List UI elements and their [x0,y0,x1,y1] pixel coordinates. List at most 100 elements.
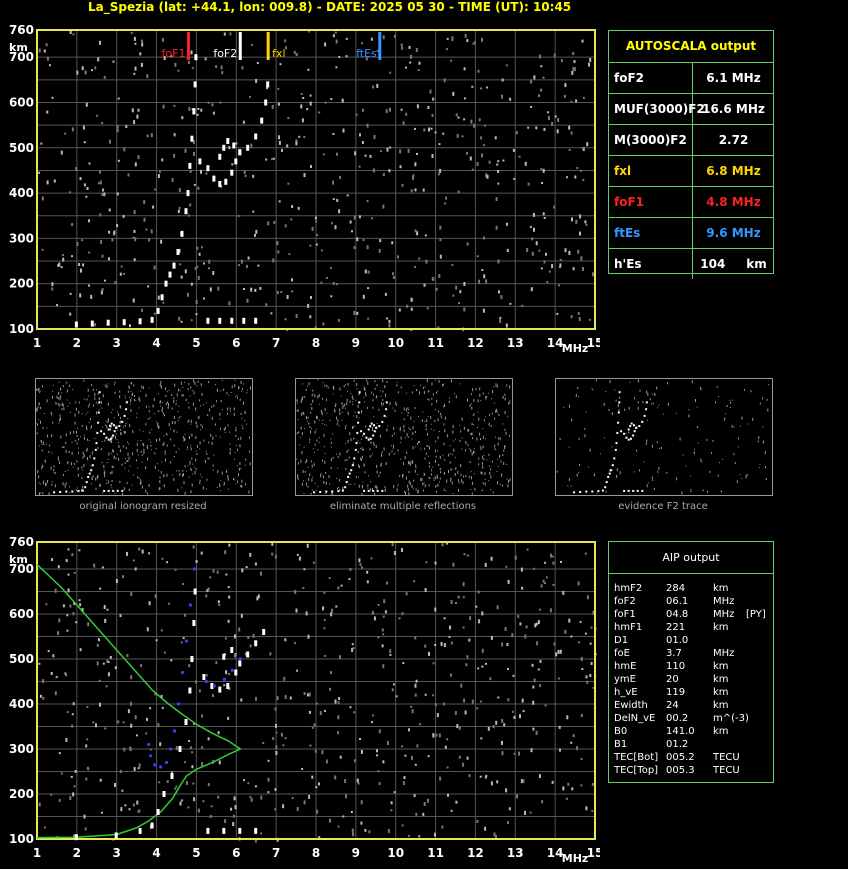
noise-dot [51,287,54,291]
trace-point [230,317,234,324]
aip-v: 110 [666,661,686,672]
thumb-noise [413,385,415,387]
noise-dot [410,705,413,708]
thumb-noise [508,401,510,405]
noise-dot [126,551,128,556]
thumb-noise [188,476,190,478]
noise-dot [58,618,61,623]
noise-dot [384,292,387,296]
thumb-noise [462,481,464,485]
marker-label-foF2: foF2 [213,47,237,60]
thumb-noise [53,469,55,472]
noise-dot [588,62,591,67]
noise-dot [422,812,425,816]
thumb-noise [365,394,367,397]
thumb-noise [243,401,244,405]
thumb-noise [241,390,243,392]
trace-point [186,190,190,197]
noise-dot [61,254,64,256]
noise-dot [71,713,74,716]
thumb-noise [233,412,235,416]
aip-trace-point [230,668,234,672]
noise-dot [499,316,502,319]
noise-dot [71,553,74,557]
noise-dot [524,810,526,815]
thumb-noise [81,466,83,469]
thumb-noise [444,405,446,407]
aip-v: 3.7 [666,648,682,659]
noise-dot [256,62,259,64]
noise-dot [87,622,90,627]
thumb-noise [50,466,52,470]
noise-dot [340,584,343,587]
noise-dot [260,832,263,835]
noise-dot [591,782,594,786]
thumb-noise [320,473,322,475]
thumb-noise [41,444,43,446]
thumb-noise [473,473,475,475]
thumb-noise [119,390,121,393]
noise-dot [310,296,312,299]
thumb-noise [72,466,74,468]
thumb-noise [506,463,508,465]
trace-point [172,262,176,269]
aip-k: hmF1 [614,622,643,633]
noise-dot [547,111,550,114]
thumb-noise [730,401,732,404]
thumb-trace [107,489,110,492]
x-tick-label: 1 [33,336,41,350]
noise-dot [526,248,529,252]
thumb-noise [113,417,115,419]
noise-dot [383,599,386,604]
trace-point [190,135,194,142]
thumb-noise [424,420,426,422]
thumb-noise [148,484,150,487]
thumb-noise [105,482,107,484]
thumb-noise [408,427,410,429]
noise-dot [414,162,417,167]
noise-dot [432,97,435,101]
thumb-noise [308,422,310,425]
thumb-noise [376,384,378,387]
thumb-noise [431,397,433,400]
noise-dot [448,635,451,638]
thumb-noise [467,429,469,433]
thumb-trace [125,408,128,411]
thumb-noise [682,454,684,456]
thumb-noise [402,477,404,479]
noise-dot [300,104,303,109]
thumb-noise [73,463,75,465]
thumb-noise [324,423,325,425]
noise-dot [249,552,252,557]
thumb-noise [396,488,398,492]
thumb-noise [182,386,184,388]
noise-dot [108,257,110,261]
noise-dot [227,586,230,588]
noise-dot [275,731,278,734]
noise-dot [200,108,203,112]
noise-dot [586,680,589,684]
thumb-noise [352,401,354,403]
noise-dot [541,800,544,804]
noise-dot [114,666,117,670]
trace-point [234,158,238,165]
noise-dot [247,635,250,639]
noise-dot [122,214,125,218]
thumb-noise [318,394,320,397]
noise-dot [572,734,575,738]
thumb-noise [504,397,506,401]
noise-dot [534,623,537,628]
noise-dot [480,87,482,90]
noise-dot [108,230,111,234]
thumb-noise [201,392,203,396]
thumb-noise [308,477,310,481]
thumb-noise [200,424,202,427]
noise-dot [368,830,371,834]
noise-dot [194,680,197,684]
thumb-noise [480,438,481,441]
thumb-noise [95,389,97,391]
noise-dot [284,39,287,43]
aip-trace-point [147,742,151,747]
thumb-noise [433,479,435,481]
noise-dot [267,791,270,794]
